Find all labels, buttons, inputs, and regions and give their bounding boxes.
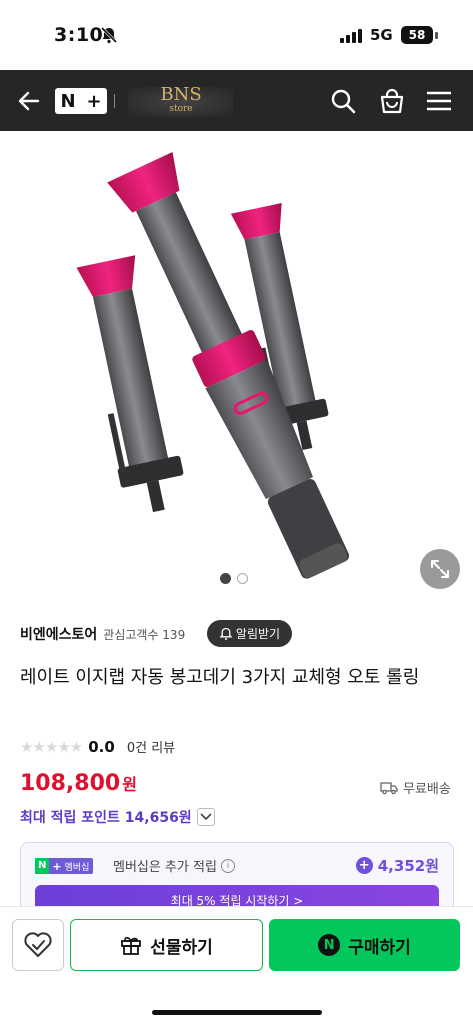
naver-pay-icon: N	[318, 934, 341, 956]
buy-button[interactable]: N 구매하기	[269, 919, 460, 971]
badge-plus: +	[52, 859, 62, 873]
expand-arrows-icon	[431, 560, 449, 578]
store-name-link[interactable]: 비엔에스토어	[20, 624, 97, 644]
store-logo-sub: store	[169, 104, 193, 114]
naver-plus-logo[interactable]: N +	[55, 88, 107, 114]
network-type: 5G	[370, 26, 393, 44]
followers-count: 관심고객수 139	[103, 627, 186, 642]
store-logo-main: BNS	[160, 84, 202, 105]
product-price: 108,800 원	[20, 771, 137, 796]
membership-text-label: 멤버십은 추가 적립	[113, 860, 217, 875]
shopping-bag-icon[interactable]	[378, 87, 406, 119]
bell-muted-icon	[100, 26, 118, 48]
back-arrow-icon[interactable]	[16, 88, 42, 118]
badge-n: N	[35, 858, 50, 874]
top-nav: N + BNS store	[0, 70, 473, 131]
status-time: 3:10	[54, 24, 104, 46]
plus-circle-icon: +	[355, 857, 373, 874]
status-bar: 3:10 5G 58	[0, 0, 473, 70]
home-indicator[interactable]	[152, 1010, 322, 1015]
store-logo[interactable]: BNS store	[156, 84, 206, 115]
battery-tip	[435, 32, 438, 39]
max-points-row[interactable]: 최대 적립 포인트 14,656원	[20, 807, 215, 827]
badge-text: 멤버십	[64, 862, 90, 873]
membership-text: 멤버십은 추가 적립 i	[113, 856, 235, 875]
notify-me-label: 알림받기	[235, 627, 281, 641]
rating-stars-icon: ★★★★★	[20, 737, 83, 756]
shipping-info: 무료배송	[380, 778, 451, 797]
carousel-dot-active[interactable]	[220, 573, 231, 584]
info-icon[interactable]: i	[220, 858, 235, 873]
truck-icon	[380, 781, 398, 794]
review-count: 0건 리뷰	[126, 741, 176, 756]
product-title: 레이트 이지랩 자동 봉고데기 3가지 교체형 오토 롤링	[20, 667, 420, 688]
carousel-dot[interactable]	[237, 573, 248, 584]
chevron-down-icon[interactable]	[196, 808, 215, 826]
price-value: 108,800	[20, 771, 121, 796]
purchase-bar: 선물하기 N 구매하기	[0, 906, 473, 1024]
product-image	[76, 152, 350, 579]
shipping-label: 무료배송	[403, 782, 451, 797]
gift-icon	[121, 937, 142, 955]
expand-image-button[interactable]	[420, 549, 460, 589]
rating-row[interactable]: ★★★★★ 0.0 0건 리뷰	[20, 737, 176, 757]
buy-label: 구매하기	[348, 937, 411, 958]
signal-icon	[340, 28, 364, 47]
product-image-gallery[interactable]	[0, 131, 473, 607]
hamburger-menu-icon[interactable]	[426, 90, 452, 116]
wishlist-button[interactable]	[12, 919, 64, 971]
naver-plus: +	[86, 90, 102, 112]
heart-check-icon	[24, 932, 52, 957]
naver-n: N	[60, 90, 76, 112]
rating-score: 0.0	[88, 737, 115, 756]
max-points-label: 최대 적립 포인트 14,656원	[20, 810, 192, 826]
carousel-dots	[220, 573, 248, 584]
gift-button[interactable]: 선물하기	[70, 919, 263, 971]
bell-plus-icon	[219, 627, 233, 640]
store-info: 비엔에스토어 관심고객수 139	[20, 621, 185, 647]
membership-points-value: 4,352원	[377, 857, 439, 875]
nav-divider	[114, 94, 115, 108]
gift-label: 선물하기	[150, 937, 213, 958]
price-currency: 원	[122, 775, 137, 794]
notify-me-button[interactable]: 알림받기	[207, 620, 292, 647]
membership-points: + 4,352원	[355, 855, 439, 876]
battery-level: 58	[401, 26, 433, 44]
naver-plus-membership-badge: N + 멤버십	[35, 858, 94, 874]
search-icon[interactable]	[330, 88, 356, 118]
